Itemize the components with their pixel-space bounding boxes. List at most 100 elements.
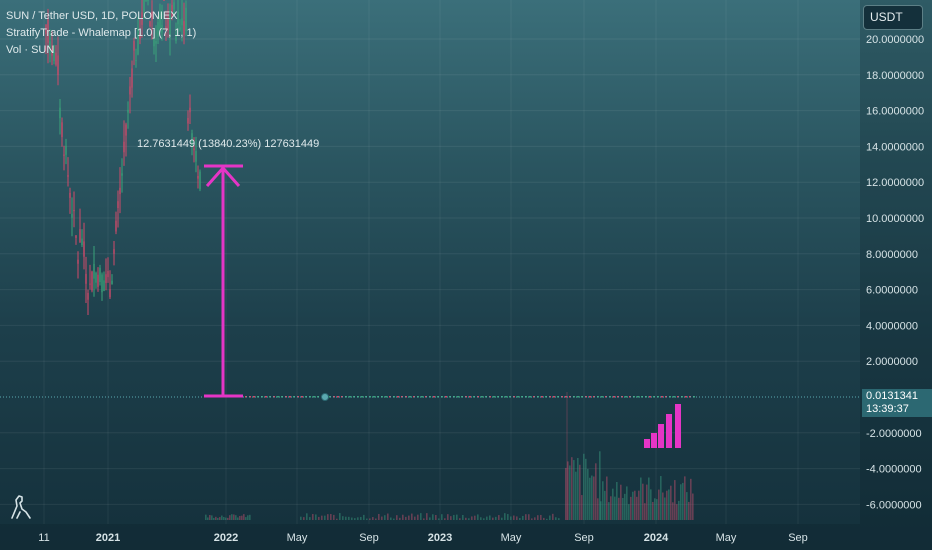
volume-bar (239, 515, 241, 520)
volume-bar (372, 517, 374, 520)
volume-bar (402, 514, 404, 520)
volume-bar (618, 497, 620, 520)
volume-bar (522, 515, 524, 520)
volume-bar (405, 516, 407, 520)
candle-body (187, 117, 189, 124)
volume-bar (241, 515, 243, 520)
volume-bar (531, 518, 533, 520)
candle-body (197, 175, 199, 179)
candle-body (111, 280, 113, 285)
volume-bar (513, 515, 515, 520)
volume-bar (243, 514, 245, 520)
volume-bar (227, 517, 229, 520)
volume-bar (462, 514, 464, 520)
y-tick-label: 18.0000000 (866, 70, 924, 82)
volume-bar (620, 484, 622, 520)
candle-body (117, 201, 119, 208)
volume-bar (245, 517, 247, 520)
candle-body (481, 396, 483, 398)
volume-bar (471, 516, 473, 520)
volume-bar (429, 517, 431, 520)
candle-body (189, 107, 191, 113)
volume-bar (233, 514, 235, 520)
x-tick-label: 11 (38, 532, 49, 544)
candle-body (589, 396, 591, 398)
volume-bar (662, 492, 664, 520)
candle-body (361, 396, 363, 398)
currency-button[interactable]: USDT (863, 5, 923, 30)
volume-bar (632, 491, 634, 520)
time-axis[interactable]: 11 2021 2022 May Sep 2023 May Sep 2024 May Sep (0, 524, 932, 550)
volume-bar (237, 517, 239, 520)
candle-body (121, 173, 123, 176)
volume-bar (217, 517, 219, 520)
candle-body (601, 396, 603, 398)
volume-bar (624, 493, 626, 520)
legend-symbol[interactable]: SUN / Tether USD, 1D, POLONIEX (6, 8, 196, 25)
volume-bar (477, 514, 479, 520)
candle-body (125, 124, 127, 136)
candle-body (69, 192, 71, 198)
volume-bar (604, 490, 606, 520)
volume-bar (664, 497, 666, 520)
whalemap-bar (644, 439, 650, 448)
candle-body (349, 396, 351, 398)
volume-bar (674, 480, 676, 520)
candle-body (673, 396, 675, 398)
candle-body (409, 396, 411, 398)
volume-bar (465, 517, 467, 520)
volume-bar (231, 514, 233, 520)
volume-bar (614, 496, 616, 520)
volume-bar (610, 496, 612, 520)
volume-bar (686, 492, 688, 520)
y-tick-label: 2.0000000 (866, 356, 918, 368)
price-axis[interactable]: 20.0000000 18.0000000 16.0000000 14.0000000… (860, 0, 932, 524)
volume-bar (622, 497, 624, 520)
candle-body (289, 396, 291, 398)
volume-bar (408, 515, 410, 520)
candle-body (113, 249, 115, 254)
x-tick-label: 2023 (428, 532, 452, 544)
volume-bar (489, 515, 491, 520)
whalemap-bar (666, 414, 672, 448)
volume-bar (441, 514, 443, 520)
candle-body (77, 259, 79, 264)
volume-bar (670, 485, 672, 520)
x-tick-label: May (501, 532, 522, 544)
volume-bar (676, 504, 678, 520)
y-tick-label: 8.0000000 (866, 249, 918, 261)
volume-bar (577, 458, 579, 520)
volume-bar (534, 517, 536, 520)
volume-bar (399, 517, 401, 520)
candle-body (277, 396, 279, 398)
volume-bar (666, 490, 668, 520)
volume-bar (672, 502, 674, 520)
y-tick-label: 6.0000000 (866, 285, 918, 297)
volume-bar (438, 518, 440, 520)
volume-bar (585, 458, 587, 520)
candle-body (421, 396, 423, 398)
legend-indicator[interactable]: StratifyTrade - Whalemap [1.0] (7, 1, 1) (6, 25, 196, 42)
volume-bar (235, 515, 237, 520)
volume-bar (366, 518, 368, 520)
volume-bar (318, 516, 320, 520)
candle-body (85, 273, 87, 284)
candle-body (107, 271, 109, 278)
legend-volume[interactable]: Vol · SUN (6, 42, 196, 59)
volume-bar (211, 515, 213, 520)
volume-bar (225, 517, 227, 520)
y-tick-label: 14.0000000 (866, 141, 924, 153)
volume-bar (501, 517, 503, 520)
volume-bar (480, 517, 482, 520)
volume-bar (345, 516, 347, 520)
price-chart[interactable]: 12.7631449 (13840.23%) 127631449 20.0000… (0, 0, 932, 550)
candle-body (625, 396, 627, 398)
volume-bar (492, 517, 494, 520)
volume-bar (444, 518, 446, 520)
volume-bar (571, 457, 573, 520)
candle-body (129, 86, 131, 95)
candle-body (147, 0, 149, 1)
volume-bar (652, 501, 654, 520)
volume-bar (658, 489, 660, 520)
candle-body (445, 396, 447, 398)
